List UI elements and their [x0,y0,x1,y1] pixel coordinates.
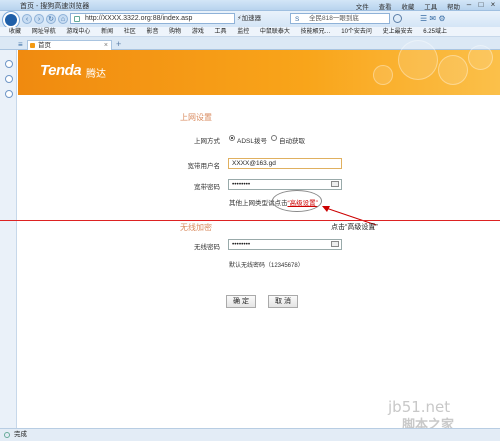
browser-logo-icon[interactable] [3,12,19,28]
search-input[interactable]: S 全民818一眼到底 [290,13,390,24]
maximize-icon[interactable]: □ [475,0,487,10]
decor-bubble [438,55,468,85]
title-bar: 首页 - 搜狗高速浏览器 文件 查看 收藏 工具 帮助 – □ × [0,0,500,11]
wifi-password-label: 无线密码 [194,244,220,251]
search-icon[interactable] [393,14,402,23]
sidebar-download-icon[interactable] [5,75,13,83]
bookmark-item[interactable]: 技能帳兄… [301,27,331,36]
close-icon[interactable]: × [487,0,499,10]
password-input[interactable]: •••••••• [228,179,342,190]
bookmark-item[interactable]: 购物 [169,27,181,36]
cancel-button[interactable]: 取 消 [268,295,298,308]
wireless-section-title: 无线加密 [180,223,212,232]
username-label: 宽带用户名 [187,163,221,170]
tenda-logo-cn: 腾达 [86,69,106,80]
highlight-ellipse [272,190,322,212]
toolbar-extra-icons[interactable]: ☰ ✉ ⚙ [420,14,446,23]
menu-favorites[interactable]: 收藏 [401,4,414,11]
bookmark-item[interactable]: 6.25域上 [423,27,447,36]
new-tab-icon[interactable]: + [116,39,121,49]
wifi-password-input[interactable]: •••••••• [228,239,342,250]
address-bar[interactable]: http://XXXX.3322.org:88/index.asp [70,13,235,24]
tab-favicon-icon [30,43,35,48]
mode-label: 上网方式 [194,138,220,145]
keyboard-icon[interactable] [331,181,339,187]
tab-close-icon[interactable]: × [104,41,108,50]
menu-help[interactable]: 帮助 [447,4,460,11]
keyboard-icon[interactable] [331,241,339,247]
tab-label: 首页 [38,42,51,49]
page-icon [74,16,80,22]
radio-adsl-label: ADSL拨号 [237,138,267,145]
ok-button[interactable]: 确 定 [226,295,256,308]
status-text: 完成 [14,431,27,438]
radio-adsl[interactable] [229,135,235,141]
bookmark-item[interactable]: 收藏 [9,27,21,36]
internet-section-title: 上网设置 [180,113,212,122]
bookmark-item[interactable]: 网址导航 [32,27,56,36]
tenda-logo: Tenda [40,62,82,79]
bookmark-item[interactable]: 游戏中心 [66,27,90,36]
password-value: •••••••• [232,181,251,188]
tab-home[interactable]: 首页 × [27,40,112,50]
wifi-password-value: •••••••• [232,241,251,248]
password-label: 宽带密码 [194,184,220,191]
bookmark-item[interactable]: 社区 [124,27,136,36]
refresh-icon[interactable]: ↻ [46,14,56,24]
annotation-callout: 点击“高级设置” [331,224,378,231]
address-text: http://XXXX.3322.org:88/index.asp [85,15,193,22]
bookmark-item[interactable]: 监控 [237,27,249,36]
bookmark-item[interactable]: 影音 [146,27,158,36]
tab-menu-icon[interactable]: ≡ [18,40,23,49]
bookmark-item[interactable]: 10个安去问 [341,27,372,36]
status-icon [4,432,10,438]
accelerator-label: 加速器 [241,15,262,22]
decor-bubble [468,45,493,70]
bookmarks-bar: 收藏 网址导航 游戏中心 新闻 社区 影音 购物 游戏 工具 监控 中鼠联泰大 … [0,27,500,37]
bookmark-item[interactable]: 史上最安去 [383,27,413,36]
default-password-note: 默认无线密码（12345678） [229,263,304,269]
radio-dhcp-label: 自动获取 [279,138,305,145]
sidebar-favorites-icon[interactable] [5,60,13,68]
home-icon[interactable]: ⌂ [58,14,68,24]
bookmark-item[interactable]: 游戏 [192,27,204,36]
search-placeholder: 全民818一眼到底 [309,15,359,22]
forward-icon[interactable]: › [34,14,44,24]
window-title: 首页 - 搜狗高速浏览器 [20,3,90,10]
username-input[interactable]: XXXX@163.gd [228,158,342,169]
menu-view[interactable]: 查看 [379,4,392,11]
decor-bubble [373,65,393,85]
status-bar: 完成 [0,428,500,441]
bookmark-item[interactable]: 中鼠联泰大 [260,27,290,36]
minimize-icon[interactable]: – [463,0,475,10]
annotation-line [0,220,500,221]
back-icon[interactable]: ‹ [22,14,32,24]
decor-bubble [398,40,438,80]
sidebar [0,50,17,428]
sidebar-history-icon[interactable] [5,90,13,98]
bookmark-item[interactable]: 新闻 [101,27,113,36]
bookmark-item[interactable]: 工具 [215,27,227,36]
search-engine-icon: S [295,16,300,23]
menu-bar: 文件 查看 收藏 工具 帮助 [348,1,460,11]
accelerator-button[interactable]: ⚡加速器 [237,13,279,24]
radio-dhcp[interactable] [271,135,277,141]
menu-tools[interactable]: 工具 [424,4,437,11]
menu-file[interactable]: 文件 [356,4,369,11]
